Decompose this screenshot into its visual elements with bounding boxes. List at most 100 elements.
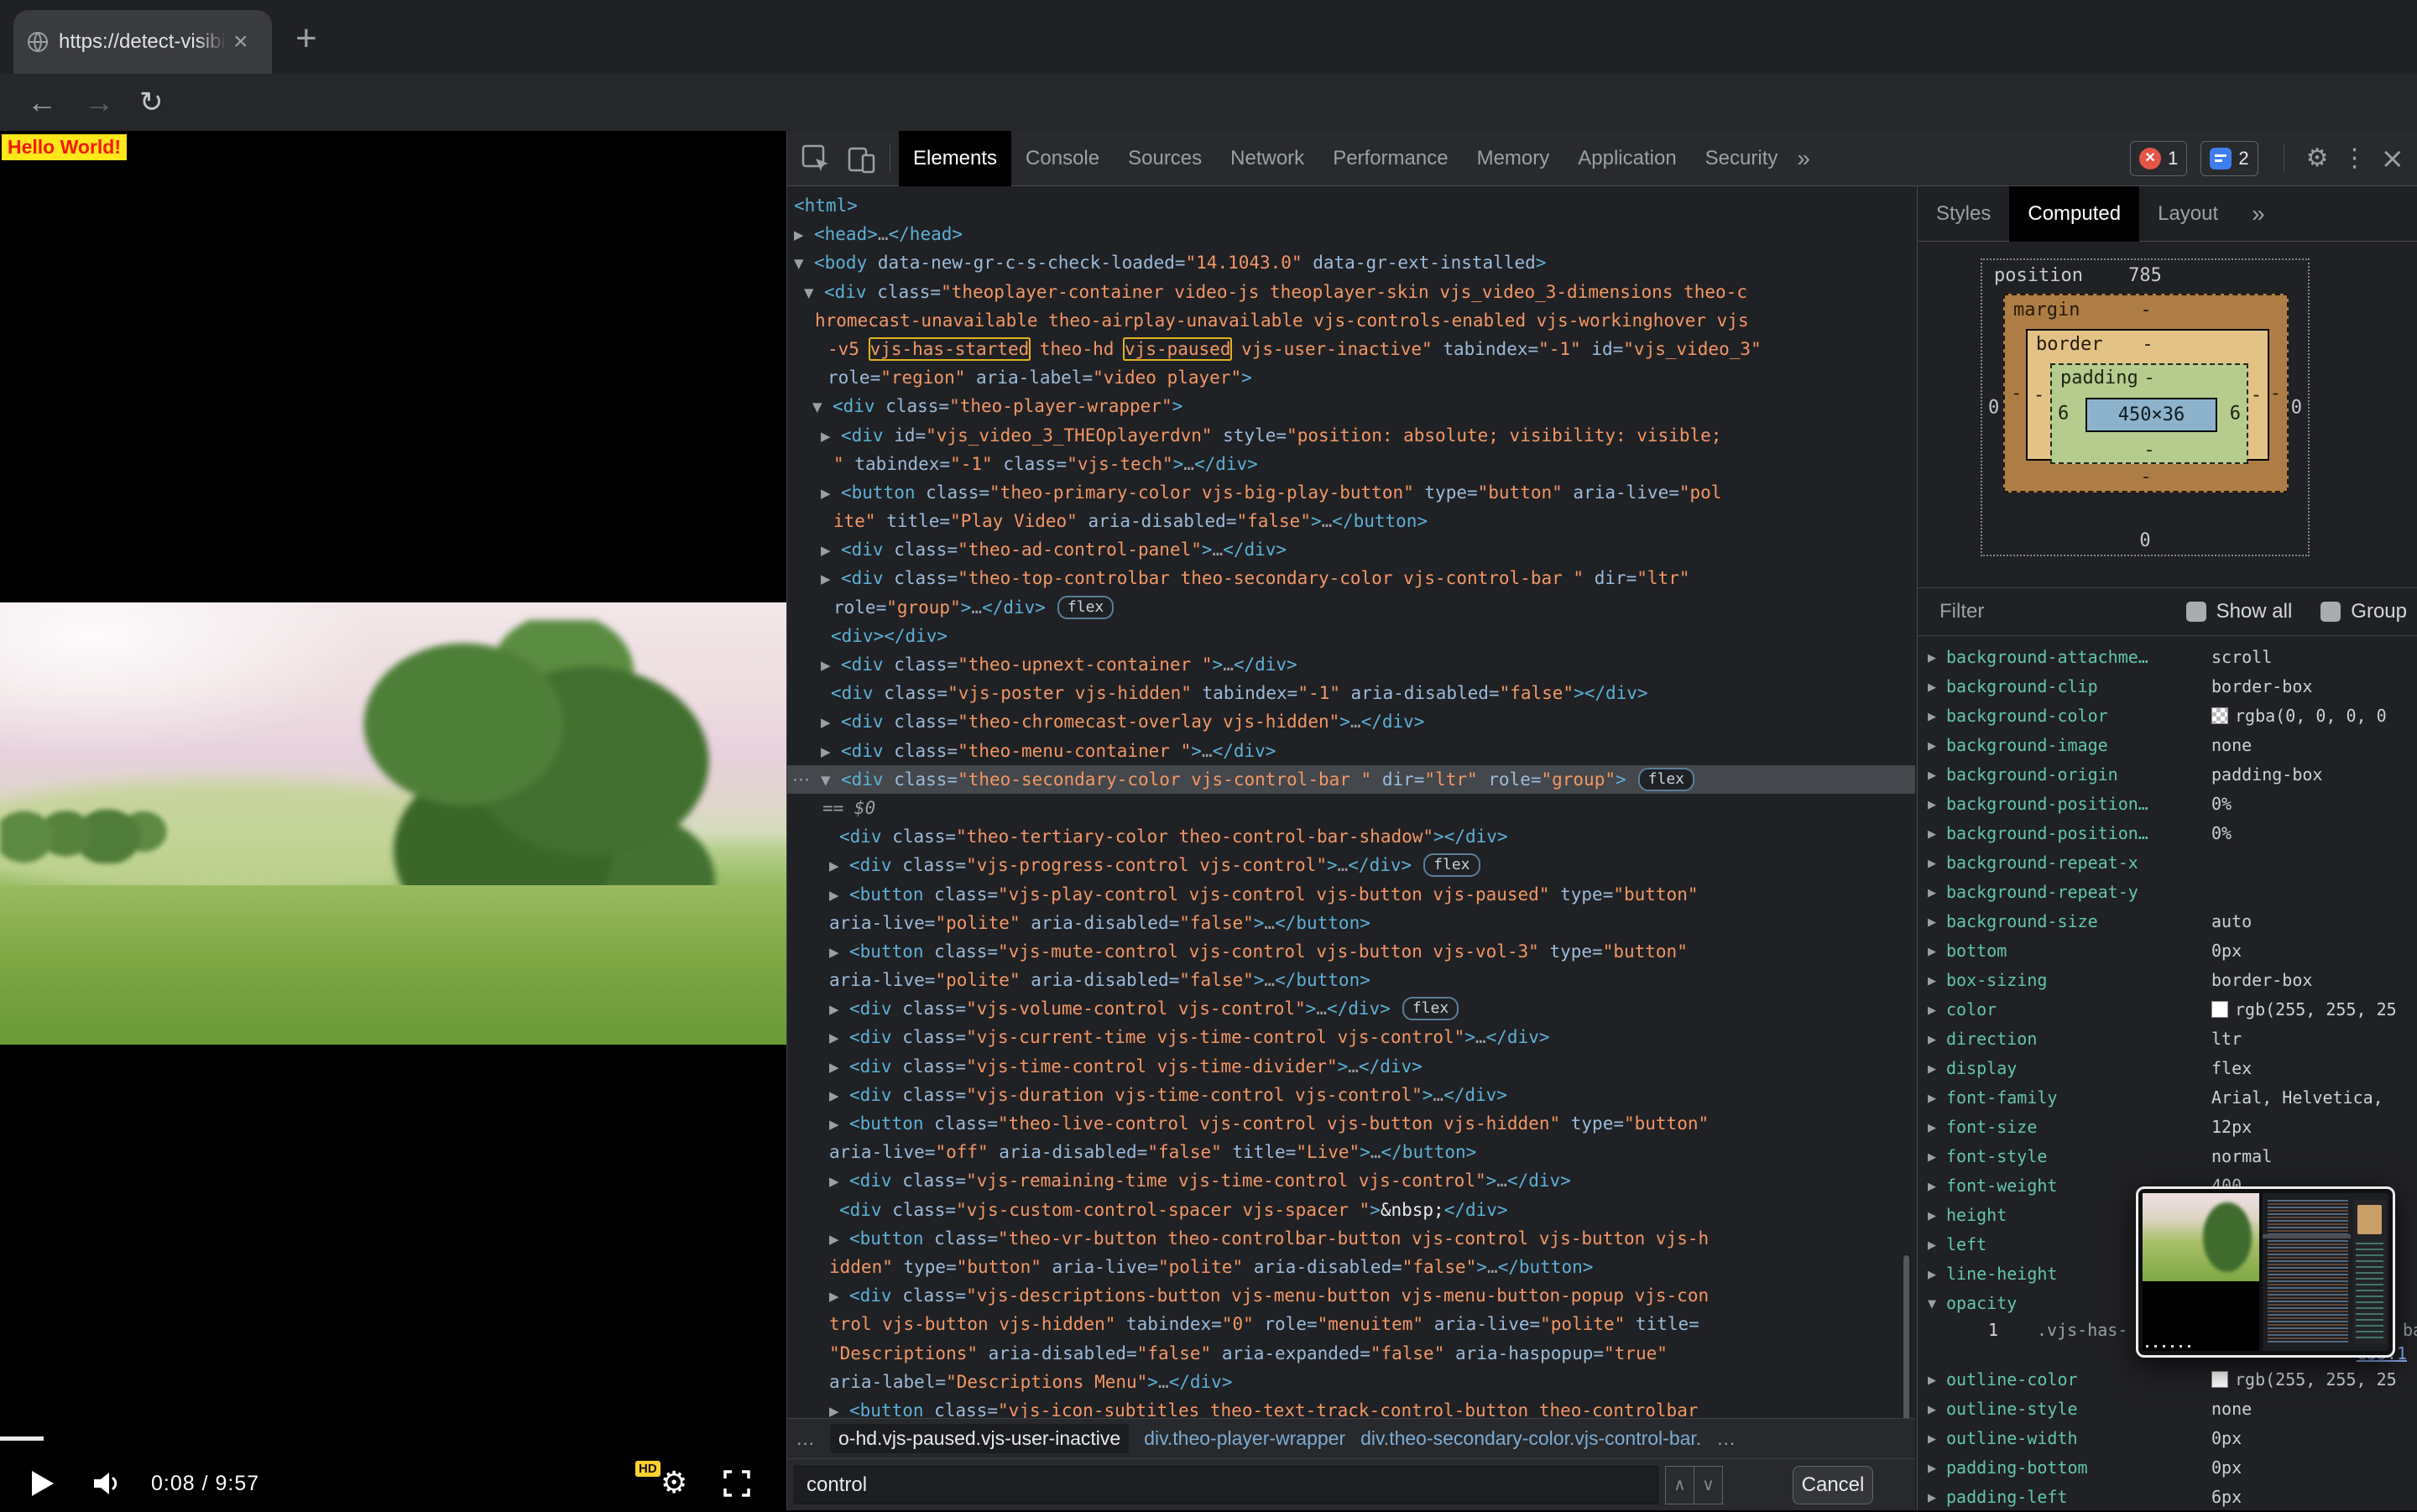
- dom-tree-node[interactable]: ▶<div class="theo-top-controlbar theo-se…: [787, 564, 1915, 592]
- boxmodel-padding[interactable]: padding - 6 6 - 450×36: [2050, 363, 2248, 464]
- dom-tree-node[interactable]: <div class="vjs-poster vjs-hidden" tabin…: [787, 679, 1915, 707]
- expand-arrow-icon[interactable]: ▶: [821, 536, 841, 565]
- fullscreen-icon[interactable]: [723, 1469, 751, 1498]
- property-expand-icon[interactable]: ▼: [1928, 1290, 1936, 1319]
- flex-badge[interactable]: flex: [1423, 853, 1480, 877]
- expand-arrow-icon[interactable]: ▶: [829, 995, 849, 1024]
- property-expand-icon[interactable]: ▶: [1928, 1260, 1936, 1290]
- cancel-button[interactable]: Cancel: [1793, 1466, 1873, 1504]
- tab-sources[interactable]: Sources: [1114, 131, 1216, 186]
- flex-badge[interactable]: flex: [1057, 596, 1114, 619]
- dom-tree-node[interactable]: ▶<button class="theo-vr-button theo-cont…: [787, 1224, 1915, 1253]
- dom-tree-node[interactable]: aria-live="off" aria-disabled="false" ti…: [787, 1138, 1915, 1166]
- expand-arrow-icon[interactable]: ▼: [812, 393, 833, 421]
- video-progress-bar[interactable]: [0, 1436, 44, 1441]
- computed-property-row[interactable]: ▶background-position…0%: [1918, 819, 2417, 848]
- search-input[interactable]: control: [794, 1466, 1658, 1504]
- tab-console[interactable]: Console: [1011, 131, 1114, 186]
- dom-tree-node[interactable]: ▶<div class="vjs-volume-control vjs-cont…: [787, 994, 1915, 1023]
- property-expand-icon[interactable]: ▶: [1928, 702, 1936, 732]
- sidebar-more-tabs-icon[interactable]: »: [2252, 201, 2265, 227]
- dom-tree-node[interactable]: "Descriptions" aria-disabled="false" ari…: [787, 1339, 1915, 1368]
- dom-tree-node[interactable]: ▶<div class="vjs-descriptions-button vjs…: [787, 1281, 1915, 1310]
- property-expand-icon[interactable]: ▶: [1928, 1395, 1936, 1425]
- breadcrumb-item[interactable]: o-hd.vjs-paused.vjs-user-inactive: [830, 1424, 1129, 1453]
- expand-arrow-icon[interactable]: ▶: [829, 1053, 849, 1082]
- property-expand-icon[interactable]: ▶: [1928, 879, 1936, 908]
- dom-tree-node[interactable]: ▶<div class="vjs-remaining-time vjs-time…: [787, 1166, 1915, 1195]
- property-expand-icon[interactable]: ▶: [1928, 908, 1936, 937]
- tab-application[interactable]: Application: [1563, 131, 1690, 186]
- expand-arrow-icon[interactable]: ▶: [821, 738, 841, 766]
- dom-tree-node[interactable]: <div class="theo-tertiary-color theo-con…: [787, 822, 1915, 851]
- dom-tree-node[interactable]: aria-live="polite" aria-disabled="false"…: [787, 909, 1915, 937]
- breadcrumb-item[interactable]: …: [796, 1427, 815, 1450]
- filter-input[interactable]: Filter: [1939, 600, 1984, 623]
- console-message-badge[interactable]: 2: [2200, 141, 2258, 176]
- dom-tree-node[interactable]: ⋯▼<div class="theo-secondary-color vjs-c…: [787, 765, 1915, 794]
- computed-property-row[interactable]: ▶padding-left6px: [1918, 1483, 2417, 1512]
- expand-arrow-icon[interactable]: ▶: [829, 1024, 849, 1052]
- dom-tree-node[interactable]: ▶<button class="vjs-mute-control vjs-con…: [787, 937, 1915, 966]
- computed-property-row[interactable]: ▶background-repeat-y: [1918, 878, 2417, 907]
- browser-tab[interactable]: https://detect-visibility-default ×: [13, 10, 272, 74]
- property-expand-icon[interactable]: ▶: [1928, 1202, 1936, 1231]
- computed-property-row[interactable]: ▶background-colorrgba(0, 0, 0, 0: [1918, 701, 2417, 731]
- computed-property-row[interactable]: ▶background-attachme…scroll: [1918, 643, 2417, 672]
- expand-arrow-icon[interactable]: ▶: [821, 708, 841, 737]
- flex-badge[interactable]: flex: [1402, 997, 1459, 1020]
- dom-tree-node[interactable]: ▼<div class="theo-player-wrapper">: [787, 392, 1915, 420]
- computed-property-row[interactable]: ▶outline-width0px: [1918, 1424, 2417, 1453]
- expand-arrow-icon[interactable]: ▶: [829, 1282, 849, 1311]
- dom-tree-node[interactable]: role="group">…</div>flex: [787, 593, 1915, 622]
- dom-tree-node[interactable]: hromecast-unavailable theo-airplay-unava…: [787, 306, 1915, 335]
- play-icon[interactable]: [32, 1471, 54, 1496]
- expand-arrow-icon[interactable]: ▼: [821, 766, 841, 795]
- expand-arrow-icon[interactable]: ▶: [829, 1167, 849, 1196]
- property-expand-icon[interactable]: ▶: [1928, 1055, 1936, 1084]
- dom-tree-node[interactable]: ▶<div class="vjs-progress-control vjs-co…: [787, 851, 1915, 879]
- property-expand-icon[interactable]: ▶: [1928, 761, 1936, 790]
- dom-tree-node[interactable]: role="region" aria-label="video player">: [787, 363, 1915, 392]
- computed-property-row[interactable]: ▶colorrgb(255, 255, 25: [1918, 995, 2417, 1025]
- expand-arrow-icon[interactable]: ▶: [794, 221, 814, 249]
- inspect-element-icon[interactable]: [799, 143, 833, 174]
- property-expand-icon[interactable]: ▶: [1928, 1113, 1936, 1143]
- computed-property-row[interactable]: ▶outline-colorrgb(255, 255, 25: [1918, 1365, 2417, 1395]
- expand-arrow-icon[interactable]: ▼: [794, 249, 814, 278]
- sidebar-tab-computed[interactable]: Computed: [2009, 186, 2139, 242]
- expand-arrow-icon[interactable]: ▶: [821, 422, 841, 451]
- dom-tree-node[interactable]: ▶<div class="vjs-current-time vjs-time-c…: [787, 1023, 1915, 1051]
- dom-tree-node[interactable]: idden" type="button" aria-live="polite" …: [787, 1253, 1915, 1281]
- video-frame[interactable]: [0, 602, 786, 1045]
- settings-gear-icon[interactable]: ⚙ HD: [660, 1464, 699, 1503]
- boxmodel-position[interactable]: position 785 0 0 0 margin - - - - border…: [1981, 258, 2310, 556]
- breadcrumb-item[interactable]: …: [1716, 1427, 1736, 1450]
- computed-property-row[interactable]: ▶box-sizingborder-box: [1918, 966, 2417, 995]
- dom-tree-node[interactable]: <div></div>: [787, 622, 1915, 650]
- property-expand-icon[interactable]: ▶: [1928, 937, 1936, 967]
- dom-tree-node[interactable]: ▶<button class="vjs-play-control vjs-con…: [787, 880, 1915, 909]
- property-expand-icon[interactable]: ▶: [1928, 849, 1936, 879]
- dom-tree-node[interactable]: ▶<div class="theo-upnext-container ">…</…: [787, 650, 1915, 679]
- video-player[interactable]: Hello World! 0:08 / 9:57 ⚙ HD: [0, 131, 786, 1510]
- sidebar-tab-styles[interactable]: Styles: [1918, 186, 2009, 242]
- computed-property-row[interactable]: ▶background-imagenone: [1918, 731, 2417, 760]
- back-icon[interactable]: ←: [27, 74, 57, 131]
- tab-close-icon[interactable]: ×: [233, 29, 248, 55]
- expand-arrow-icon[interactable]: ▶: [821, 651, 841, 680]
- dom-tree-node[interactable]: ▶<button class="vjs-icon-subtitles theo-…: [787, 1396, 1915, 1418]
- tab-network[interactable]: Network: [1216, 131, 1318, 186]
- property-expand-icon[interactable]: ▶: [1928, 1366, 1936, 1395]
- breadcrumb-item[interactable]: div.theo-secondary-color.vjs-control-bar…: [1360, 1427, 1701, 1450]
- boxmodel-border[interactable]: border - - - - padding - 6 6 - 450×36: [2026, 329, 2269, 461]
- settings-gear-icon[interactable]: ⚙: [2306, 143, 2329, 173]
- tab-elements[interactable]: Elements: [899, 131, 1011, 186]
- computed-property-row[interactable]: ▶background-position…0%: [1918, 790, 2417, 819]
- dom-tree-node[interactable]: trol vjs-button vjs-hidden" tabindex="0"…: [787, 1310, 1915, 1338]
- group-checkbox[interactable]: [2320, 602, 2341, 622]
- more-tabs-icon[interactable]: »: [1797, 145, 1810, 172]
- tab-security[interactable]: Security: [1691, 131, 1793, 186]
- boxmodel-content[interactable]: 450×36: [2086, 398, 2217, 432]
- expand-arrow-icon[interactable]: ▶: [829, 938, 849, 967]
